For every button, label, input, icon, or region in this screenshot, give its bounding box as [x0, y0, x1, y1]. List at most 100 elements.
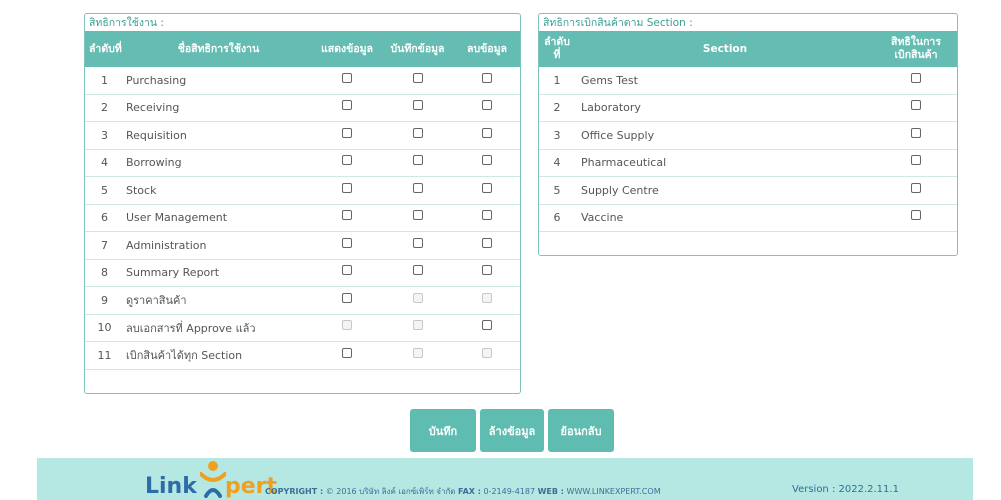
section-right-checkbox[interactable] [911, 210, 921, 221]
permission-row-no: 10 [85, 314, 124, 342]
permission-cell-view [313, 121, 381, 150]
section-right-checkbox[interactable] [911, 72, 921, 83]
permission-row-name: Stock [124, 176, 313, 205]
save-checkbox[interactable] [412, 237, 423, 248]
delete-checkbox[interactable] [482, 127, 492, 138]
col-header-section: Section [575, 31, 875, 67]
logo-person-icon [200, 461, 226, 498]
save-checkbox [412, 347, 423, 358]
permission-cell-save [381, 67, 454, 95]
col-header-right: สิทธิในการ เบิกสินค้า [875, 31, 957, 67]
permission-row-no: 11 [85, 341, 124, 370]
permission-row-no: 6 [85, 204, 124, 232]
col-header-delete: ลบข้อมูล [454, 31, 520, 67]
col-header-section-no-line2: ที่ [553, 49, 561, 61]
section-right-checkbox[interactable] [911, 155, 921, 166]
permission-row-name: Borrowing [124, 149, 313, 177]
col-header-view: แสดงข้อมูล [313, 31, 381, 67]
permission-row: 9 ดูราคาสินค้า [85, 286, 520, 315]
delete-checkbox[interactable] [482, 210, 492, 221]
delete-checkbox[interactable] [482, 72, 492, 83]
view-checkbox[interactable] [342, 100, 352, 111]
save-checkbox[interactable] [412, 182, 423, 193]
permission-row: 6 User Management [85, 204, 520, 232]
permission-cell-save [381, 314, 454, 342]
section-right-checkbox[interactable] [911, 100, 921, 111]
section-right-cell [875, 67, 957, 95]
delete-checkbox[interactable] [482, 182, 492, 193]
view-checkbox[interactable] [342, 347, 352, 358]
sections-table: ลำดับ ที่ Section สิทธิในการ เบิกสินค้า … [539, 31, 957, 232]
delete-checkbox[interactable] [482, 265, 492, 276]
save-button[interactable]: บันทึก [410, 409, 476, 452]
permissions-panel: สิทธิการใช้งาน : ลำดับที่ ชื่อสิทธิการใช… [84, 13, 521, 394]
section-row-no: 3 [539, 121, 575, 150]
permission-cell-view [313, 314, 381, 342]
section-row-no: 4 [539, 149, 575, 177]
permission-cell-save [381, 259, 454, 287]
fax-number: 0-2149-4187 [483, 487, 536, 496]
section-row-no: 6 [539, 204, 575, 232]
save-checkbox[interactable] [412, 127, 423, 138]
permission-cell-view [313, 286, 381, 315]
permission-row-no: 9 [85, 286, 124, 315]
col-header-name: ชื่อสิทธิการใช้งาน [124, 31, 313, 67]
view-checkbox[interactable] [342, 292, 352, 303]
view-checkbox[interactable] [342, 237, 352, 248]
permission-row: 7 Administration [85, 231, 520, 260]
permission-cell-save [381, 341, 454, 370]
permission-cell-view [313, 94, 381, 122]
clear-button[interactable]: ล้างข้อมูล [480, 409, 544, 452]
section-right-checkbox[interactable] [911, 127, 921, 138]
col-header-right-line2: เบิกสินค้า [894, 49, 938, 61]
permission-row: 4 Borrowing [85, 149, 520, 177]
back-button[interactable]: ย้อนกลับ [548, 409, 614, 452]
web-url[interactable]: WWW.LINKEXPERT.COM [567, 487, 661, 496]
permission-cell-delete [454, 67, 520, 95]
version-text: Version : 2022.2.11.1 [792, 484, 899, 495]
section-right-checkbox[interactable] [911, 182, 921, 193]
footer: Link pert COPYRIGHT : © 2016 บริษัท ลิงค… [37, 458, 973, 500]
permission-cell-view [313, 341, 381, 370]
delete-checkbox [482, 347, 492, 358]
section-right-cell [875, 149, 957, 177]
copyright-label: COPYRIGHT : [265, 487, 324, 496]
section-row-name: Laboratory [575, 94, 875, 122]
permission-cell-save [381, 176, 454, 205]
permission-row: 11 เบิกสินค้าได้ทุก Section [85, 341, 520, 370]
permission-row-no: 5 [85, 176, 124, 205]
section-row-name: Gems Test [575, 67, 875, 95]
permissions-table: ลำดับที่ ชื่อสิทธิการใช้งาน แสดงข้อมูล บ… [85, 31, 520, 370]
permissions-title: สิทธิการใช้งาน : [89, 17, 164, 29]
view-checkbox[interactable] [342, 210, 352, 221]
view-checkbox[interactable] [342, 72, 352, 83]
save-checkbox[interactable] [412, 155, 423, 166]
view-checkbox[interactable] [342, 155, 352, 166]
permission-cell-view [313, 231, 381, 260]
delete-checkbox[interactable] [482, 100, 492, 111]
permission-cell-view [313, 67, 381, 95]
save-checkbox[interactable] [412, 265, 423, 276]
view-checkbox[interactable] [342, 265, 352, 276]
permission-cell-save [381, 204, 454, 232]
permission-cell-delete [454, 204, 520, 232]
linkexpert-logo: Link pert [145, 458, 277, 500]
delete-checkbox[interactable] [482, 237, 492, 248]
permission-cell-delete [454, 259, 520, 287]
view-checkbox[interactable] [342, 182, 352, 193]
section-row: 5 Supply Centre [539, 176, 957, 205]
delete-checkbox[interactable] [482, 320, 492, 331]
save-checkbox[interactable] [412, 210, 423, 221]
delete-checkbox[interactable] [482, 155, 492, 166]
save-checkbox[interactable] [412, 72, 423, 83]
save-checkbox[interactable] [412, 100, 423, 111]
permission-cell-delete [454, 314, 520, 342]
section-row-name: Pharmaceutical [575, 149, 875, 177]
permission-cell-delete [454, 286, 520, 315]
permission-row: 8 Summary Report [85, 259, 520, 287]
view-checkbox[interactable] [342, 127, 352, 138]
permission-row-name: Summary Report [124, 259, 313, 287]
section-row-no: 5 [539, 176, 575, 205]
permission-row-no: 8 [85, 259, 124, 287]
permission-row-no: 7 [85, 231, 124, 260]
